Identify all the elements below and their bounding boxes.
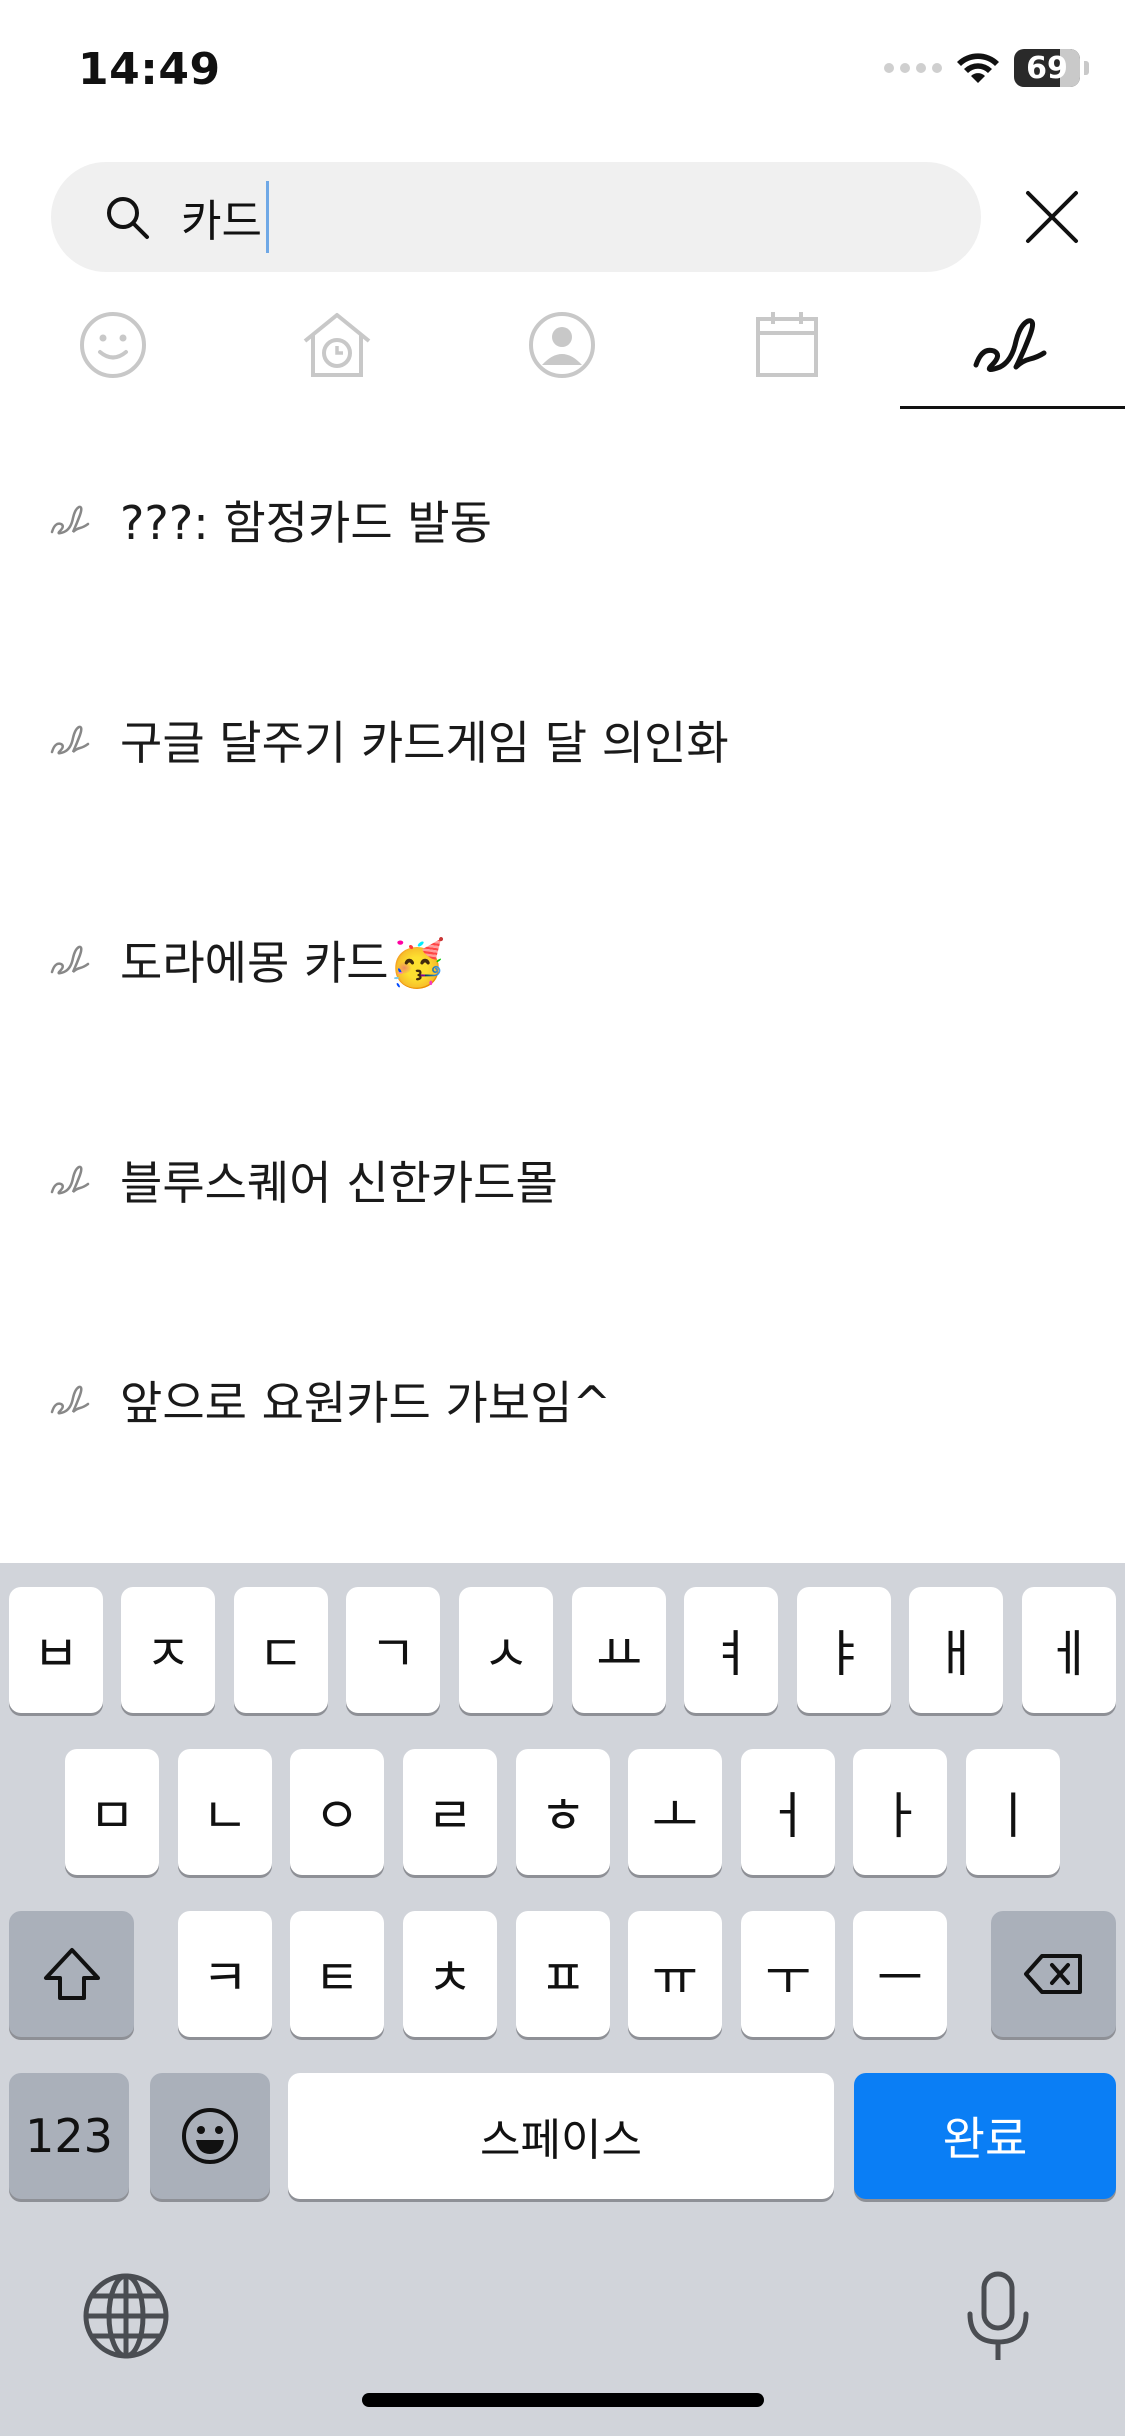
- key-ㅏ[interactable]: ㅏ: [853, 1749, 947, 1875]
- handwriting-icon: [973, 318, 1047, 373]
- list-item[interactable]: ???: 함정카드 발동: [50, 480, 492, 560]
- battery-level: 69: [1026, 50, 1068, 86]
- cellular-signal-icon: [884, 63, 942, 73]
- globe-icon[interactable]: [78, 2268, 174, 2364]
- key-ㅕ[interactable]: ㅕ: [684, 1587, 778, 1713]
- key-ㅓ[interactable]: ㅓ: [741, 1749, 835, 1875]
- key-ㅎ[interactable]: ㅎ: [516, 1749, 610, 1875]
- key-ㅜ[interactable]: ㅜ: [741, 1911, 835, 2037]
- key-ㅈ[interactable]: ㅈ: [121, 1587, 215, 1713]
- key-ㄹ[interactable]: ㄹ: [403, 1749, 497, 1875]
- wifi-icon: [957, 53, 999, 83]
- key-ㅍ[interactable]: ㅍ: [516, 1911, 610, 2037]
- result-text: 구글 달주기 카드게임 달 의인화: [120, 716, 729, 770]
- text-cursor: [265, 181, 269, 253]
- handwriting-icon: [50, 505, 90, 535]
- backspace-icon: [1023, 1954, 1082, 1994]
- calendar-icon: [756, 312, 818, 377]
- done-key[interactable]: 완료: [854, 2073, 1116, 2199]
- tab-handwriting[interactable]: [965, 300, 1055, 390]
- key-ㅔ[interactable]: ㅔ: [1022, 1587, 1116, 1713]
- status-time: 14:49: [78, 44, 221, 95]
- shift-key[interactable]: [9, 1911, 134, 2037]
- key-ㄷ[interactable]: ㄷ: [234, 1587, 328, 1713]
- key-ㅠ[interactable]: ㅠ: [628, 1911, 722, 2037]
- shift-icon: [43, 1948, 100, 2000]
- key-ㅣ[interactable]: ㅣ: [966, 1749, 1060, 1875]
- list-item[interactable]: 도라에몽 카드🥳: [50, 920, 446, 1000]
- search-field[interactable]: 카드: [51, 162, 981, 272]
- key-ㄴ[interactable]: ㄴ: [178, 1749, 272, 1875]
- key-ㅑ[interactable]: ㅑ: [797, 1587, 891, 1713]
- key-ㄱ[interactable]: ㄱ: [346, 1587, 440, 1713]
- tab-calendar[interactable]: [742, 300, 832, 390]
- close-icon[interactable]: [1020, 185, 1084, 249]
- result-text: 블루스퀘어 신한카드몰: [120, 1156, 558, 1210]
- result-text: 앞으로 요원카드 가보임^: [120, 1376, 611, 1430]
- tab-people[interactable]: [517, 300, 607, 390]
- tab-emoji[interactable]: [68, 300, 158, 390]
- emoji-key[interactable]: [150, 2073, 270, 2199]
- space-key[interactable]: 스페이스: [288, 2073, 834, 2199]
- key-ㅊ[interactable]: ㅊ: [403, 1911, 497, 2037]
- smiley-icon: [80, 312, 146, 378]
- list-item[interactable]: 구글 달주기 카드게임 달 의인화: [50, 700, 729, 780]
- key-ㅇ[interactable]: ㅇ: [290, 1749, 384, 1875]
- key-ㅌ[interactable]: ㅌ: [290, 1911, 384, 2037]
- home-indicator: [362, 2393, 764, 2407]
- key-ㅂ[interactable]: ㅂ: [9, 1587, 103, 1713]
- search-input[interactable]: 카드: [181, 185, 262, 249]
- key-ㅛ[interactable]: ㅛ: [572, 1587, 666, 1713]
- handwriting-icon: [50, 1385, 90, 1415]
- category-tabs: [0, 290, 1125, 410]
- key-ㅡ[interactable]: ㅡ: [853, 1911, 947, 2037]
- numbers-key[interactable]: 123: [9, 2073, 129, 2199]
- emoji-icon: [182, 2108, 238, 2164]
- search-icon: [107, 197, 149, 239]
- handwriting-icon: [50, 945, 90, 975]
- person-circle-icon: [529, 312, 595, 378]
- result-text: 도라에몽 카드🥳: [120, 936, 446, 990]
- selected-tab-indicator: [900, 406, 1125, 409]
- status-icons: 69: [884, 46, 1089, 90]
- handwriting-icon: [50, 1165, 90, 1195]
- house-clock-icon: [303, 313, 371, 377]
- delete-key[interactable]: [991, 1911, 1116, 2037]
- key-ㅅ[interactable]: ㅅ: [459, 1587, 553, 1713]
- battery-icon: 69: [1014, 49, 1080, 87]
- key-ㅗ[interactable]: ㅗ: [628, 1749, 722, 1875]
- key-ㅋ[interactable]: ㅋ: [178, 1911, 272, 2037]
- list-item[interactable]: 블루스퀘어 신한카드몰: [50, 1140, 558, 1220]
- handwriting-icon: [50, 725, 90, 755]
- keyboard: ㅂ ㅈ ㄷ ㄱ ㅅ ㅛ ㅕ ㅑ ㅐ ㅔ ㅁ ㄴ ㅇ ㄹ ㅎ ㅗ ㅓ ㅏ ㅣ ㅋ …: [0, 1563, 1125, 2436]
- list-item[interactable]: 앞으로 요원카드 가보임^: [50, 1360, 611, 1440]
- result-text: ???: 함정카드 발동: [120, 496, 492, 550]
- tab-recent-home[interactable]: [292, 300, 382, 390]
- key-ㅁ[interactable]: ㅁ: [65, 1749, 159, 1875]
- microphone-icon[interactable]: [950, 2268, 1046, 2364]
- key-ㅐ[interactable]: ㅐ: [909, 1587, 1003, 1713]
